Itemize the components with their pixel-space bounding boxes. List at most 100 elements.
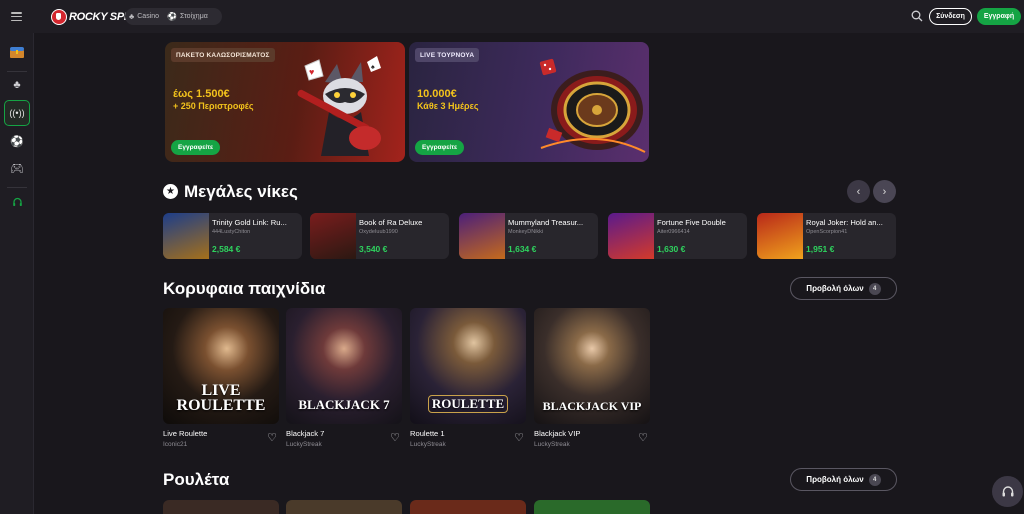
win-card[interactable]: Royal Joker: Hold an... OpenScorpion41 1… <box>757 213 896 259</box>
win-card-amount: 1,951 € <box>806 244 835 254</box>
game-card[interactable]: ROULETTE Roulette 1 LuckyStreak ♡ <box>410 308 526 448</box>
tournament-banner-amount: 10.000€ <box>417 88 457 100</box>
game-card-art-title: ROULETTE <box>428 395 508 413</box>
brand-logo[interactable]: ROCKY SPIN <box>51 8 135 25</box>
game-card-image: BLACKJACK 7 <box>286 308 402 424</box>
search-icon[interactable] <box>911 10 923 22</box>
top-bar: ROCKY SPIN ♣ Casino ⚽ Στοίχημα Σύνδεση Ε… <box>0 0 1024 33</box>
win-card[interactable]: Trinity Gold Link: Ru... 444LustyChiton … <box>163 213 302 259</box>
win-card-title: Royal Joker: Hold an... <box>806 218 883 227</box>
register-button[interactable]: Εγγραφή <box>977 8 1021 25</box>
next-arrow-button[interactable]: › <box>873 180 896 203</box>
view-all-count-badge: 4 <box>868 473 881 486</box>
win-card-title: Fortune Five Double <box>657 218 726 227</box>
star-icon: ★ <box>163 184 178 199</box>
prev-arrow-button[interactable]: ‹ <box>847 180 870 203</box>
game-card[interactable]: BLACKJACK 7 Blackjack 7 LuckyStreak ♡ <box>286 308 402 448</box>
win-card-user: 444LustyChiton <box>212 229 251 235</box>
heart-icon[interactable]: ♡ <box>638 431 648 444</box>
big-wins-title: Μεγάλες νίκες <box>184 182 298 201</box>
view-all-count-badge: 4 <box>868 282 881 295</box>
nav-sports-label: Στοίχημα <box>180 13 208 20</box>
sidebar-item-live[interactable]: ((•)) <box>4 100 30 126</box>
ball-icon: ⚽ <box>167 12 178 21</box>
raccoon-emblem-icon <box>51 8 67 25</box>
welcome-banner-tag: ΠΑΚΕΤΟ ΚΑΛΩΣΟΡΙΣΜΑΤΟΣ <box>171 48 275 62</box>
win-card-user: OpenScorpion41 <box>806 229 848 235</box>
raccoon-guitar-illustration: ♥ ♠ <box>297 56 381 156</box>
game-card-image[interactable] <box>534 500 650 514</box>
chevron-right-icon: › <box>882 185 887 198</box>
nav-sports[interactable]: ⚽ Στοίχημα <box>167 12 208 21</box>
game-card[interactable]: BLACKJACK VIP Blackjack VIP LuckyStreak … <box>534 308 650 448</box>
view-all-top-games-button[interactable]: Προβολή όλων 4 <box>790 277 897 300</box>
win-card-thumbnail <box>459 213 505 259</box>
tournament-banner-register-button[interactable]: Εγγραφείτε <box>415 140 465 155</box>
sidebar-item-casino[interactable]: ♣ <box>4 72 30 98</box>
cherries-icon: ♣ <box>129 12 135 21</box>
game-card-image[interactable] <box>410 500 526 514</box>
gamepad-icon: 🎮︎ <box>10 162 24 175</box>
roulette-title: Ρουλέτα <box>163 470 230 489</box>
roulette-wheel-illustration <box>539 58 646 153</box>
nav-casino[interactable]: ♣ Casino <box>129 12 159 21</box>
view-all-label: Προβολή όλων <box>806 284 864 293</box>
game-card-image[interactable] <box>286 500 402 514</box>
view-all-roulette-button[interactable]: Προβολή όλων 4 <box>790 468 897 491</box>
sidebar: ♣ ((•)) ⚽ 🎮︎ <box>0 33 34 514</box>
chevron-left-icon: ‹ <box>856 185 861 198</box>
soccer-ball-icon: ⚽ <box>10 135 24 148</box>
game-card-image: LIVE ROULETTE <box>163 308 279 424</box>
game-card-name: Blackjack 7 <box>286 429 325 438</box>
welcome-banner-register-button[interactable]: Εγγραφείτε <box>171 140 221 155</box>
svg-text:♠: ♠ <box>371 64 375 71</box>
broadcast-icon: ((•)) <box>9 108 25 118</box>
login-button[interactable]: Σύνδεση <box>929 8 972 25</box>
tournament-banner[interactable]: LIVE ΤΟΥΡΝΟΥΑ 10.000€ Κάθε 3 Ημέρες Εγγρ… <box>409 42 649 162</box>
game-card-provider: Iconic21 <box>163 441 188 448</box>
game-card-image[interactable] <box>163 500 279 514</box>
win-card-title: Book of Ra Deluxe <box>359 218 423 227</box>
sidebar-item-gaming[interactable]: 🎮︎ <box>4 155 30 181</box>
heart-icon[interactable]: ♡ <box>267 431 277 444</box>
win-card[interactable]: Book of Ra Deluxe OxydeIuub1990 3,540 € <box>310 213 449 259</box>
menu-icon[interactable] <box>11 12 22 21</box>
nav-casino-label: Casino <box>137 13 160 20</box>
heart-icon[interactable]: ♡ <box>390 431 400 444</box>
chat-button[interactable] <box>992 476 1023 507</box>
win-card[interactable]: Fortune Five Double Aiter0966414 1,630 € <box>608 213 747 259</box>
sidebar-item-bonus[interactable] <box>4 39 30 65</box>
sidebar-divider <box>7 187 27 188</box>
game-card-image: ROULETTE <box>410 308 526 424</box>
win-card[interactable]: Mummyland Treasur... MonkeyDNikki 1,634 … <box>459 213 598 259</box>
tournament-banner-period: Κάθε 3 Ημέρες <box>417 101 479 111</box>
game-card-provider: LuckyStreak <box>410 441 446 448</box>
game-card-image: BLACKJACK VIP <box>534 308 650 424</box>
win-card-thumbnail <box>163 213 209 259</box>
game-card-name: Roulette 1 <box>410 429 445 438</box>
win-card-amount: 1,634 € <box>508 244 537 254</box>
heart-icon[interactable]: ♡ <box>514 431 524 444</box>
win-card-thumbnail <box>310 213 356 259</box>
win-card-user: MonkeyDNikki <box>508 229 544 235</box>
welcome-banner-spins: + 250 Περιστροφές <box>173 101 254 111</box>
win-card-amount: 2,584 € <box>212 244 241 254</box>
game-card-art-title: BLACKJACK 7 <box>298 397 390 412</box>
sidebar-item-support[interactable] <box>4 189 30 215</box>
welcome-banner-amount: έως 1.500€ <box>173 88 230 100</box>
win-card-title: Mummyland Treasur... <box>508 218 584 227</box>
svg-text:♥: ♥ <box>309 67 314 77</box>
welcome-banner[interactable]: ΠΑΚΕΤΟ ΚΑΛΩΣΟΡΙΣΜΑΤΟΣ έως 1.500€ + 250 Π… <box>165 42 405 162</box>
win-card-user: OxydeIuub1990 <box>359 229 398 235</box>
win-card-thumbnail <box>608 213 654 259</box>
game-card-provider: LuckyStreak <box>286 441 322 448</box>
game-card[interactable]: LIVE ROULETTE Live Roulette Iconic21 ♡ <box>163 308 279 448</box>
headset-icon <box>1002 485 1013 496</box>
game-card-art-title: BLACKJACK VIP <box>542 399 642 413</box>
game-card-name: Blackjack VIP <box>534 429 581 438</box>
win-card-amount: 3,540 € <box>359 244 388 254</box>
sidebar-item-sports[interactable]: ⚽ <box>4 128 30 154</box>
top-games-title: Κορυφαια παιχνίδια <box>163 279 326 298</box>
win-card-user: Aiter0966414 <box>657 229 690 235</box>
view-all-label: Προβολή όλων <box>806 475 864 484</box>
